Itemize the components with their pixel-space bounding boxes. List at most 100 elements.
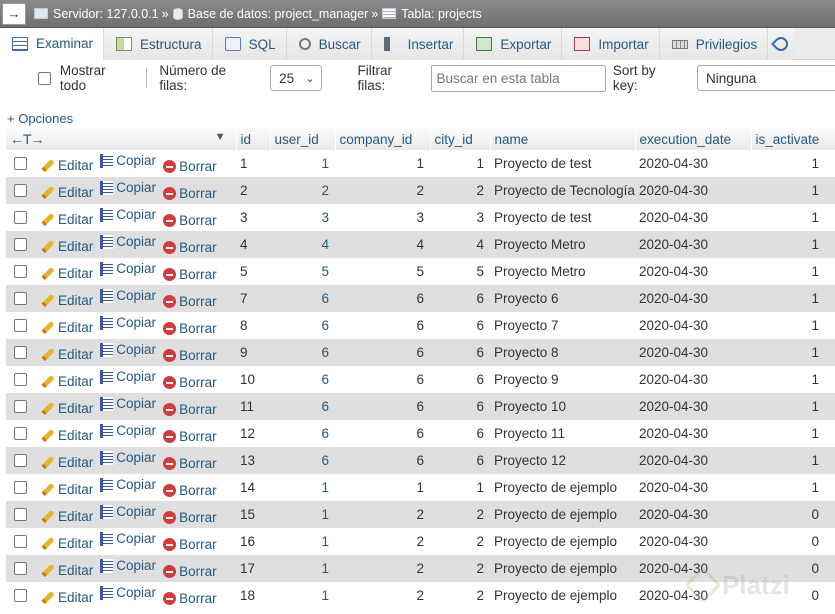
cell-company-id[interactable]: 5 (335, 258, 430, 285)
cell-is-activate[interactable]: 0 (751, 501, 835, 528)
cell-is-activate[interactable]: 1 (751, 420, 835, 447)
cell-is-activate[interactable]: 0 (751, 528, 835, 555)
cell-id[interactable]: 4 (236, 231, 270, 258)
cell-name[interactable]: Proyecto 10 (490, 393, 635, 420)
cell-is-activate[interactable]: 1 (751, 177, 835, 204)
edit-link[interactable]: Editar (41, 266, 93, 281)
tab-importar[interactable]: Importar (562, 28, 660, 60)
cell-company-id[interactable]: 2 (335, 582, 430, 609)
cell-user-id[interactable]: 3 (270, 204, 335, 231)
copy-link[interactable]: Copiar (100, 504, 156, 519)
cell-user-id[interactable]: 6 (270, 420, 335, 447)
edit-link[interactable]: Editar (41, 293, 93, 308)
cell-name[interactable]: Proyecto 7 (490, 312, 635, 339)
delete-link[interactable]: Borrar (163, 429, 217, 444)
cell-user-id[interactable]: 6 (270, 447, 335, 474)
delete-link[interactable]: Borrar (163, 510, 217, 525)
cell-company-id[interactable]: 6 (335, 339, 430, 366)
row-checkbox[interactable] (14, 211, 27, 225)
cell-company-id[interactable]: 6 (335, 312, 430, 339)
cell-city-id[interactable]: 1 (430, 474, 490, 501)
cell-name[interactable]: Proyecto de ejemplo (490, 555, 635, 582)
delete-link[interactable]: Borrar (163, 591, 217, 606)
cell-user-id[interactable]: 1 (270, 501, 335, 528)
column-header-user-id[interactable]: user_id (270, 128, 336, 150)
column-header-id[interactable]: id (236, 128, 271, 150)
row-checkbox[interactable] (14, 157, 27, 171)
cell-id[interactable]: 18 (236, 582, 270, 609)
row-checkbox[interactable] (14, 400, 27, 414)
row-checkbox[interactable] (14, 508, 27, 522)
options-link[interactable]: + Opciones (7, 111, 73, 126)
copy-link[interactable]: Copiar (100, 342, 156, 357)
delete-link[interactable]: Borrar (163, 213, 217, 228)
cell-is-activate[interactable]: 1 (751, 312, 835, 339)
cell-id[interactable]: 10 (236, 366, 270, 393)
edit-link[interactable]: Editar (41, 347, 93, 362)
cell-name[interactable]: Proyecto de test (490, 204, 635, 231)
tab-privilegios[interactable]: Privilegios (659, 28, 769, 60)
row-checkbox[interactable] (14, 373, 27, 387)
cell-city-id[interactable]: 6 (430, 285, 490, 312)
tab-examinar[interactable]: Examinar (0, 28, 105, 60)
expand-columns-icon[interactable]: ←T→ (10, 131, 45, 147)
cell-user-id[interactable]: 6 (270, 393, 335, 420)
cell-city-id[interactable]: 6 (430, 312, 490, 339)
copy-link[interactable]: Copiar (100, 180, 156, 195)
cell-is-activate[interactable]: 1 (751, 204, 835, 231)
cell-city-id[interactable]: 2 (430, 582, 490, 609)
cell-user-id[interactable]: 5 (270, 258, 335, 285)
cell-execution-date[interactable]: 2020-04-30 (635, 231, 751, 258)
cell-execution-date[interactable]: 2020-04-30 (635, 474, 751, 501)
cell-name[interactable]: Proyecto de Tecnología (490, 177, 635, 204)
row-checkbox[interactable] (14, 346, 27, 360)
cell-id[interactable]: 12 (236, 420, 270, 447)
row-checkbox[interactable] (14, 454, 27, 468)
cell-is-activate[interactable]: 1 (751, 393, 835, 420)
edit-link[interactable]: Editar (41, 185, 93, 200)
cell-execution-date[interactable]: 2020-04-30 (635, 258, 751, 285)
edit-link[interactable]: Editar (41, 239, 93, 254)
cell-company-id[interactable]: 2 (335, 528, 430, 555)
copy-link[interactable]: Copiar (100, 207, 156, 222)
cell-name[interactable]: Proyecto 12 (490, 447, 635, 474)
edit-link[interactable]: Editar (41, 428, 93, 443)
cell-city-id[interactable]: 2 (430, 555, 490, 582)
row-checkbox[interactable] (14, 481, 27, 495)
edit-link[interactable]: Editar (41, 455, 93, 470)
copy-link[interactable]: Copiar (100, 369, 156, 384)
cell-city-id[interactable]: 2 (430, 177, 490, 204)
cell-city-id[interactable]: 6 (430, 420, 490, 447)
cell-company-id[interactable]: 1 (335, 474, 430, 501)
row-checkbox[interactable] (14, 184, 27, 198)
copy-link[interactable]: Copiar (100, 288, 156, 303)
cell-company-id[interactable]: 6 (335, 420, 430, 447)
cell-id[interactable]: 14 (236, 474, 270, 501)
copy-link[interactable]: Copiar (100, 477, 156, 492)
row-checkbox[interactable] (14, 589, 27, 603)
row-checkbox[interactable] (14, 292, 27, 306)
cell-company-id[interactable]: 6 (335, 366, 430, 393)
cell-execution-date[interactable]: 2020-04-30 (635, 177, 751, 204)
edit-link[interactable]: Editar (41, 563, 93, 578)
cell-id[interactable]: 7 (236, 285, 270, 312)
cell-city-id[interactable]: 6 (430, 339, 490, 366)
cell-id[interactable]: 3 (236, 204, 270, 231)
cell-name[interactable]: Proyecto de test (490, 150, 635, 177)
cell-name[interactable]: Proyecto Metro (490, 258, 635, 285)
cell-is-activate[interactable]: 1 (751, 447, 835, 474)
tab-insertar[interactable]: Insertar (371, 28, 465, 60)
cell-name[interactable]: Proyecto 8 (490, 339, 635, 366)
cell-is-activate[interactable]: 1 (751, 366, 835, 393)
copy-link[interactable]: Copiar (100, 558, 156, 573)
tab-buscar[interactable]: Buscar (286, 28, 372, 60)
cell-id[interactable]: 8 (236, 312, 270, 339)
copy-link[interactable]: Copiar (100, 531, 156, 546)
delete-link[interactable]: Borrar (163, 321, 217, 336)
edit-link[interactable]: Editar (41, 401, 93, 416)
cell-user-id[interactable]: 4 (270, 231, 335, 258)
cell-company-id[interactable]: 2 (335, 501, 430, 528)
cell-id[interactable]: 9 (236, 339, 270, 366)
cell-id[interactable]: 1 (236, 150, 270, 177)
cell-name[interactable]: Proyecto de ejemplo (490, 582, 635, 609)
